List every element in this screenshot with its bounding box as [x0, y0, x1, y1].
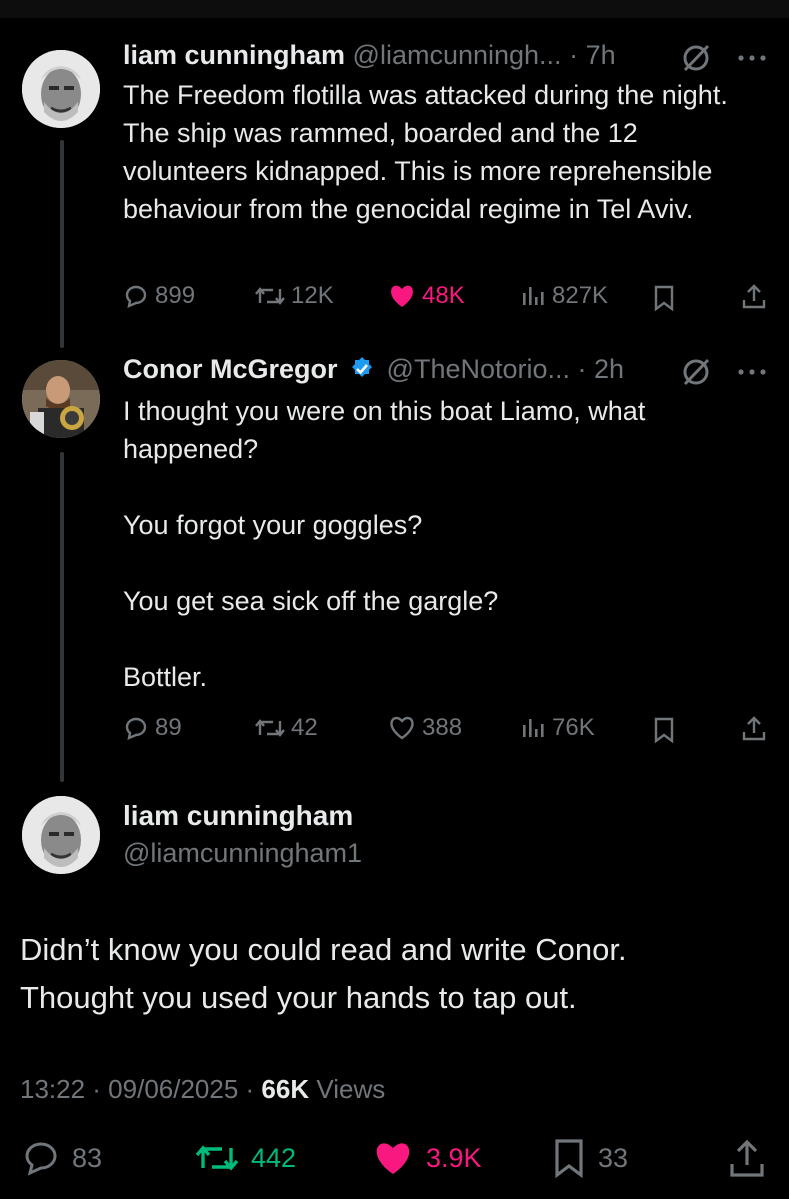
reply-icon — [25, 1142, 57, 1176]
tweet2-reply-button[interactable]: 89 — [123, 714, 182, 742]
share-icon[interactable] — [740, 282, 768, 315]
tweet2-text: I thought you were on this boat Liamo, w… — [123, 396, 646, 692]
views-icon — [523, 719, 544, 737]
tweet1-handle[interactable]: @liamcunningh... — [353, 40, 562, 70]
repost-icon — [195, 1145, 239, 1171]
tweet1-author-name[interactable]: liam cunningham — [123, 40, 345, 70]
main-author-name[interactable]: liam cunningham — [123, 800, 353, 832]
main-timestamp[interactable]: 13:22 · 09/06/2025 · — [20, 1074, 254, 1104]
share-icon[interactable] — [728, 1138, 766, 1183]
share-icon[interactable] — [740, 714, 768, 747]
main-like-button[interactable]: 3.9K — [372, 1140, 482, 1176]
main-repost-count: 442 — [251, 1142, 297, 1173]
tweet1-reply-button[interactable]: 899 — [123, 282, 195, 310]
bookmark-icon[interactable] — [652, 716, 676, 749]
verified-badge-icon — [352, 357, 373, 377]
repost-icon — [255, 287, 285, 305]
repost-icon — [255, 719, 285, 737]
tweet1-like-count: 48K — [422, 282, 465, 309]
main-handle[interactable]: @liamcunningham1 — [123, 838, 362, 869]
tweet1-time[interactable]: · 7h — [569, 40, 616, 70]
tweet2-header: Conor McGregor @TheNotorio... · 2h — [123, 354, 624, 385]
main-tweet-text: Didn’t know you could read and write Con… — [20, 932, 627, 1015]
main-views-label: Views — [316, 1074, 386, 1104]
avatar-liam[interactable] — [22, 50, 100, 128]
tweet1-reply-count: 899 — [155, 282, 196, 309]
main-tweet-meta: 13:22 · 09/06/2025 · 66K Views — [20, 1074, 385, 1105]
tweet1-text: The Freedom flotilla was attacked during… — [123, 80, 728, 224]
tweet2-view-count: 76K — [552, 714, 595, 741]
tweet1-like-button[interactable]: 48K — [388, 282, 465, 310]
reply-icon — [125, 285, 147, 309]
thread-connector — [60, 452, 64, 782]
like-icon — [390, 716, 414, 740]
like-icon — [376, 1143, 410, 1174]
tweet2-like-button[interactable]: 388 — [388, 714, 462, 742]
tweet1-repost-button[interactable]: 12K — [255, 282, 334, 310]
tweet1-views-button[interactable]: 827K — [520, 282, 608, 310]
tweet2-views-button[interactable]: 76K — [520, 714, 595, 742]
reply-icon — [125, 717, 147, 741]
tweet1-view-count: 827K — [552, 282, 609, 309]
bookmark-icon — [555, 1139, 583, 1178]
main-like-count: 3.9K — [426, 1142, 482, 1173]
tweet2-reply-count: 89 — [155, 714, 182, 741]
tweet1-repost-count: 12K — [291, 282, 334, 309]
tweet2-time[interactable]: · 2h — [578, 354, 625, 384]
tweet2-like-count: 388 — [422, 714, 463, 741]
tweet2-author-name[interactable]: Conor McGregor — [123, 354, 338, 384]
bookmark-icon[interactable] — [652, 284, 676, 317]
tweet2-repost-count: 42 — [291, 714, 318, 741]
main-bookmark-button[interactable]: 33 — [552, 1138, 628, 1178]
more-icon[interactable] — [736, 42, 768, 79]
status-bar-area — [0, 0, 789, 18]
avatar-conor[interactable] — [22, 360, 100, 438]
main-repost-button[interactable]: 442 — [195, 1140, 296, 1176]
more-icon[interactable] — [736, 356, 768, 393]
views-icon — [523, 287, 544, 305]
tweet2-handle[interactable]: @TheNotorio... — [387, 354, 570, 384]
avatar-liam[interactable] — [22, 796, 100, 874]
grok-icon[interactable] — [680, 356, 712, 393]
main-view-count: 66K — [261, 1074, 310, 1104]
main-reply-button[interactable]: 83 — [22, 1140, 102, 1176]
tweet1-header: liam cunningham @liamcunningh... · 7h — [123, 40, 616, 71]
like-icon — [391, 285, 413, 307]
thread-connector — [60, 140, 64, 348]
main-bookmark-count: 33 — [598, 1142, 629, 1173]
main-reply-count: 83 — [72, 1142, 103, 1173]
tweet2-repost-button[interactable]: 42 — [255, 714, 318, 742]
grok-icon[interactable] — [680, 42, 712, 79]
